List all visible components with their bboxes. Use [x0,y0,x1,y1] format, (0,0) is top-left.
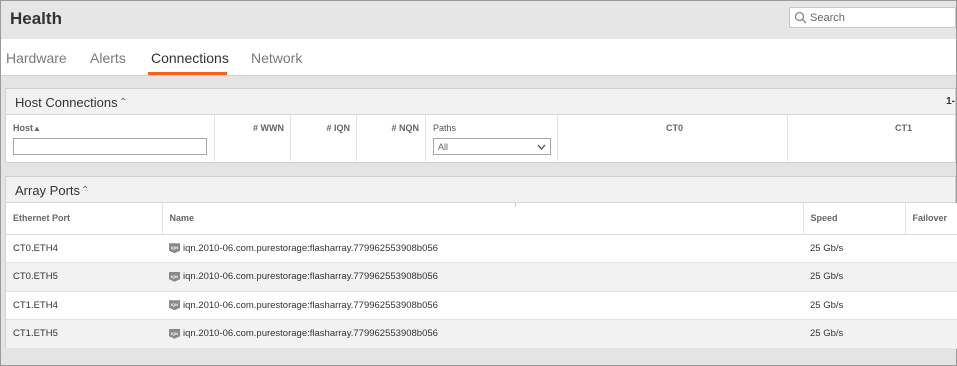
pager-text: 1- [946,96,955,107]
tab-connections[interactable]: Connections [151,50,229,66]
table-row[interactable]: CT0.ETH4 IQN iqn.2010-06.com.purestorage:… [6,234,957,263]
page-header: Health [1,1,956,39]
column-resize-marker [515,203,516,207]
host-header-label: Host [13,123,33,133]
failover-column-header[interactable]: Failover [905,203,957,235]
speed-cell: 25 Gb/s [803,234,905,263]
table-row[interactable]: CT1.ETH4 IQN iqn.2010-06.com.purestorage:… [6,291,957,320]
host-column: Host▲ [6,115,215,161]
port-name: iqn.2010-06.com.purestorage:flasharray.7… [183,271,438,283]
search-input[interactable] [810,10,950,25]
tab-alerts[interactable]: Alerts [90,50,126,66]
array-ports-header[interactable]: Array Ports ⌃ [6,177,955,203]
iqn-tag-icon: IQN [169,243,180,254]
host-connections-title: Host Connections [15,95,118,110]
array-ports-table-wrap: Ethernet Port Name Speed Failover CT0.ET… [6,203,957,349]
name-cell: IQN iqn.2010-06.com.purestorage:flasharra… [162,262,803,292]
array-ports-table: Ethernet Port Name Speed Failover CT0.ET… [6,203,957,349]
array-ports-panel: Array Ports ⌃ Ethernet Port Name Speed F… [5,176,957,349]
speed-cell: 25 Gb/s [803,262,905,292]
port-cell: CT0.ETH4 [6,234,162,263]
ct0-column: CT0 [558,115,788,161]
host-connections-panel: Host Connections ⌃ 1- Host▲ # WWN # IQN … [5,88,956,163]
chevron-up-icon[interactable]: ⌃ [119,97,127,108]
failover-cell [905,291,957,320]
name-column-header[interactable]: Name [162,203,804,235]
port-cell: CT0.ETH5 [6,262,162,292]
table-row[interactable]: CT1.ETH5 IQN iqn.2010-06.com.purestorage:… [6,319,957,349]
name-cell: IQN iqn.2010-06.com.purestorage:flasharra… [162,234,803,263]
iqn-column: # IQN [291,115,357,161]
table-header-row: Ethernet Port Name Speed Failover [6,203,957,235]
iqn-tag-icon: IQN [169,300,180,311]
search-box[interactable] [789,7,956,28]
ct0-column-header: CT0 [666,123,684,133]
tab-bar: Hardware Alerts Connections Network [1,39,956,76]
nqn-column: # NQN [357,115,426,161]
speed-cell: 25 Gb/s [803,291,905,320]
speed-cell: 25 Gb/s [803,319,905,349]
tab-network[interactable]: Network [251,50,302,66]
iqn-tag-icon: IQN [169,328,180,339]
iqn-column-header[interactable]: # IQN [326,123,350,133]
failover-cell [905,262,957,292]
host-filter-input[interactable] [13,138,207,155]
table-row[interactable]: CT0.ETH5 IQN iqn.2010-06.com.purestorage:… [6,262,957,292]
paths-filter-value: All [438,142,449,152]
sort-ascending-icon: ▲ [33,124,41,133]
failover-cell [905,319,957,349]
host-connections-grid: Host▲ # WWN # IQN # NQN Paths All CT0 CT… [6,115,955,163]
tab-hardware[interactable]: Hardware [6,50,67,66]
wwn-column-header[interactable]: # WWN [253,123,284,133]
port-name: iqn.2010-06.com.purestorage:flasharray.7… [183,328,438,340]
name-cell: IQN iqn.2010-06.com.purestorage:flasharra… [162,319,803,349]
port-name: iqn.2010-06.com.purestorage:flasharray.7… [183,242,438,254]
chevron-down-icon [537,144,546,150]
paths-column-header: Paths [433,123,457,133]
port-name: iqn.2010-06.com.purestorage:flasharray.7… [183,299,438,311]
port-cell: CT1.ETH4 [6,291,162,320]
ct1-column-header: CT1 [895,123,913,133]
ct1-column: CT1 [788,115,957,161]
paths-filter-select[interactable]: All [433,138,551,155]
host-column-header[interactable]: Host▲ [13,123,41,133]
array-ports-title: Array Ports [15,183,81,198]
host-connections-header[interactable]: Host Connections ⌃ 1- [6,89,955,115]
iqn-tag-icon: IQN [169,271,180,282]
chevron-up-icon[interactable]: ⌃ [81,185,89,196]
wwn-column: # WWN [215,115,291,161]
name-cell: IQN iqn.2010-06.com.purestorage:flasharra… [162,291,803,320]
failover-cell [905,234,957,263]
page-title: Health [10,9,62,28]
search-icon [794,11,807,24]
speed-column-header[interactable]: Speed [803,203,906,235]
port-cell: CT1.ETH5 [6,319,162,349]
active-tab-indicator [148,72,227,75]
nqn-column-header[interactable]: # NQN [391,123,419,133]
ethernet-port-column-header[interactable]: Ethernet Port [6,203,163,235]
